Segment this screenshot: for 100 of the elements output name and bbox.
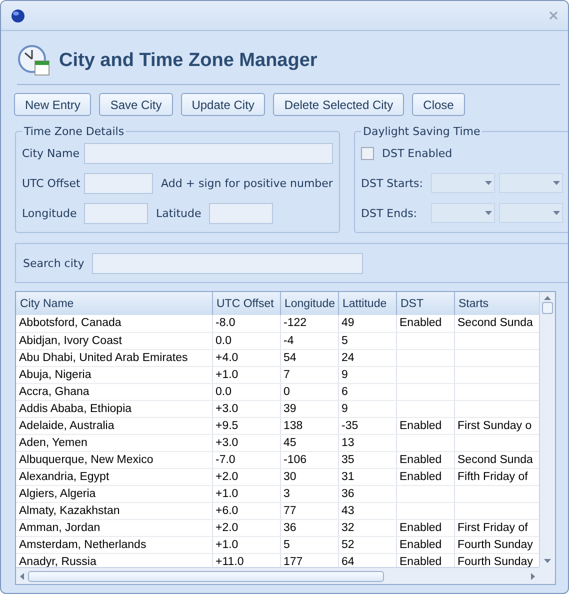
table-cell: 0.0	[212, 383, 280, 400]
table-cell: Abbotsford, Canada	[16, 315, 212, 332]
table-cell: 9	[338, 366, 396, 383]
window-title: City and Time Zone Manager	[59, 50, 318, 72]
table-cell: Abu Dhabi, United Arab Emirates	[16, 349, 212, 366]
toolbar-button[interactable]: Close	[412, 93, 465, 116]
group-title: Time Zone Details	[23, 125, 126, 138]
table-cell: 35	[338, 451, 396, 468]
table-cell: 3	[280, 485, 338, 502]
table-cell: 45	[280, 434, 338, 451]
clock-icon	[17, 44, 51, 78]
table-cell: Accra, Ghana	[16, 383, 212, 400]
search-field[interactable]	[92, 252, 364, 274]
table-cell: 77	[280, 502, 338, 519]
table-cell: +2.0	[212, 468, 280, 485]
table-cell: Enabled	[396, 519, 454, 536]
scroll-thumb[interactable]	[542, 302, 553, 314]
table-cell: 54	[280, 349, 338, 366]
caret-icon	[553, 211, 560, 215]
table-cell: 49	[338, 315, 396, 332]
field-label: Search city	[23, 256, 84, 270]
table-cell: -106	[280, 451, 338, 468]
table-cell: -35	[338, 417, 396, 434]
column-header[interactable]: UTC Offset	[212, 292, 280, 315]
table-cell: Enabled	[396, 468, 454, 485]
latitude-field[interactable]	[209, 202, 274, 224]
column-header[interactable]: DST	[396, 292, 454, 315]
table-cell: -8.0	[212, 315, 280, 332]
table-cell: 30	[280, 468, 338, 485]
table-cell: Addis Ababa, Ethiopia	[16, 400, 212, 417]
table-cell: 9	[338, 400, 396, 417]
table-cell: +1.0	[212, 536, 280, 553]
table-cell: -4	[280, 332, 338, 349]
table-cell: 39	[280, 400, 338, 417]
left-arrow-icon[interactable]	[20, 572, 24, 580]
table-cell: Almaty, Kazakhstan	[16, 502, 212, 519]
table-cell: +2.0	[212, 519, 280, 536]
right-arrow-icon[interactable]	[531, 572, 535, 580]
table-cell: Albuquerque, New Mexico	[16, 451, 212, 468]
toolbar-button[interactable]: Save City	[99, 93, 173, 116]
table-cell: -7.0	[212, 451, 280, 468]
table-cell: +3.0	[212, 400, 280, 417]
table-cell: 0.0	[212, 332, 280, 349]
table-cell: Enabled	[396, 451, 454, 468]
dropdown-field[interactable]	[431, 173, 495, 193]
close-icon[interactable]	[549, 11, 558, 20]
checkbox-label: DST Enabled	[382, 146, 452, 160]
caret-icon	[485, 181, 492, 185]
toolbar-button[interactable]: New Entry	[14, 93, 92, 116]
table-cell: 5	[280, 536, 338, 553]
table-cell: Amsterdam, Netherlands	[16, 536, 212, 553]
table-cell: 13	[338, 434, 396, 451]
table-cell: 138	[280, 417, 338, 434]
scroll-thumb[interactable]	[28, 570, 384, 582]
field-label: DST Starts:	[361, 176, 424, 190]
table-cell: Abuja, Nigeria	[16, 366, 212, 383]
dropdown-field[interactable]	[499, 203, 563, 223]
horizontal-scrollbar[interactable]	[16, 567, 539, 584]
table-cell: 52	[338, 536, 396, 553]
table-cell: +9.5	[212, 417, 280, 434]
table-cell: 32	[338, 519, 396, 536]
checkbox[interactable]	[361, 146, 374, 160]
field-label: DST Ends:	[361, 206, 418, 220]
table-cell: 0	[280, 383, 338, 400]
table-cell: Enabled	[396, 315, 454, 332]
table-cell: Adelaide, Australia	[16, 417, 212, 434]
globe-icon	[11, 8, 25, 22]
dropdown-field[interactable]	[499, 173, 563, 193]
table-cell: Alexandria, Egypt	[16, 468, 212, 485]
field-label: Latitude	[156, 206, 202, 220]
table-cell: 36	[280, 519, 338, 536]
caret-icon	[553, 181, 560, 185]
column-header[interactable]: City Name	[16, 292, 212, 315]
group-title: Daylight Saving Time	[362, 125, 482, 138]
table-cell: Algiers, Algeria	[16, 485, 212, 502]
table-cell: Enabled	[396, 536, 454, 553]
table-cell: 43	[338, 502, 396, 519]
caret-icon	[485, 211, 492, 215]
caret-icon	[544, 559, 551, 563]
vertical-scrollbar[interactable]	[539, 292, 555, 567]
column-header[interactable]: Longitude	[280, 292, 338, 315]
column-header[interactable]: Lattitude	[338, 292, 396, 315]
table-cell: +3.0	[212, 434, 280, 451]
column-header[interactable]: Starts	[454, 292, 539, 315]
toolbar-button[interactable]: Delete Selected City	[273, 93, 404, 116]
hint-text: Add + sign for positive number	[161, 176, 333, 190]
table-cell: 5	[338, 332, 396, 349]
table-cell: 7	[280, 366, 338, 383]
table-cell: 6	[338, 383, 396, 400]
city-name-field[interactable]	[84, 142, 333, 164]
utc-offset-field[interactable]	[84, 172, 153, 194]
table-cell: 36	[338, 485, 396, 502]
longitude-field[interactable]	[84, 202, 148, 224]
caret-icon	[544, 296, 551, 300]
dropdown-field[interactable]	[431, 203, 495, 223]
table-cell: +4.0	[212, 349, 280, 366]
table-cell: 31	[338, 468, 396, 485]
table-cell: +1.0	[212, 485, 280, 502]
table-cell: Abidjan, Ivory Coast	[16, 332, 212, 349]
toolbar-button[interactable]: Update City	[180, 93, 266, 116]
